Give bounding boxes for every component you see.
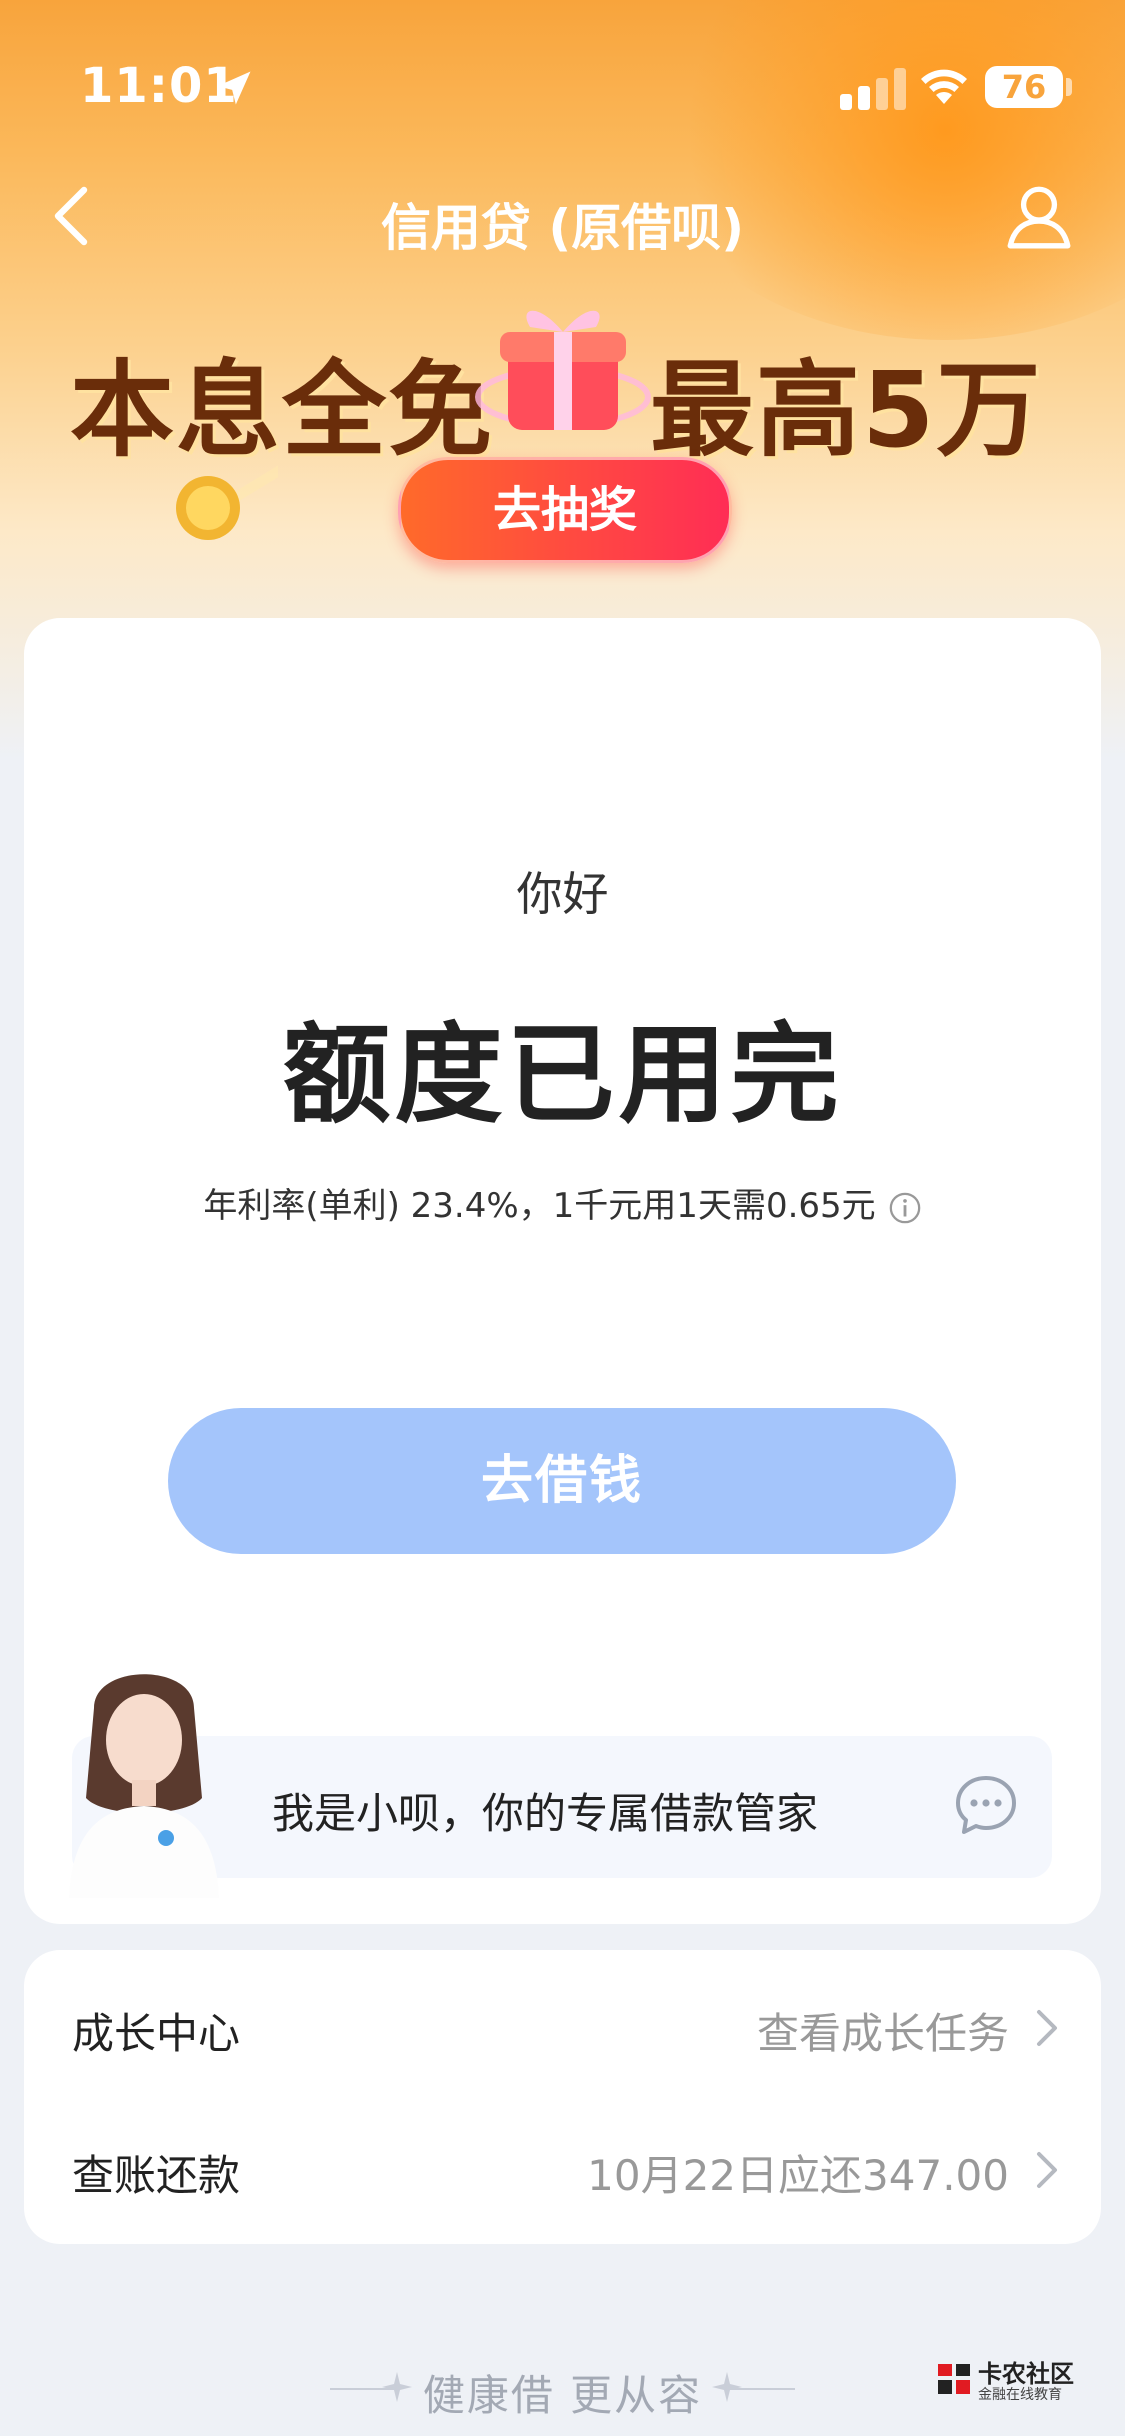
nav-bar: 信用贷 (原借呗) [0, 170, 1125, 260]
watermark-logo-icon [938, 2364, 970, 2394]
list-item-label: 成长中心 [72, 2009, 241, 2058]
lottery-button[interactable]: 去抽奖 [398, 457, 732, 563]
banner-headline-right: 最高5万 [650, 349, 1043, 471]
location-arrow-icon [217, 71, 251, 105]
limit-status: 额度已用完 [282, 1013, 843, 1138]
list-item-label: 查账还款 [72, 2151, 241, 2200]
status-bar: 11:01 76 [0, 0, 1125, 150]
assistant-avatar [69, 1674, 219, 1898]
chevron-right-icon [1037, 2152, 1057, 2188]
interest-rate-row: 年利率(单利) 23.4%，1千元用1天需0.65元 [24, 1178, 1101, 1227]
battery-indicator: 76 [985, 66, 1063, 108]
battery-tip [1066, 78, 1072, 96]
chevron-right-icon [1037, 2010, 1057, 2046]
user-profile-icon[interactable] [1002, 180, 1076, 254]
footer-divider-right [725, 2388, 795, 2390]
list-item-bill-repayment[interactable]: 查账还款 10月22日应还347.00 [24, 2100, 1101, 2240]
list-item-growth-center[interactable]: 成长中心 查看成长任务 [24, 1958, 1101, 2098]
wifi-icon [921, 69, 967, 104]
menu-list: 成长中心 查看成长任务 查账还款 10月22日应还347.00 [24, 1950, 1101, 2244]
list-item-value: 查看成长任务 [756, 2009, 1009, 2058]
greeting-text: 你好 [516, 867, 609, 921]
chat-bubble-icon[interactable] [952, 1772, 1020, 1840]
interest-rate-text: 年利率(单利) 23.4%，1千元用1天需0.65元 [203, 1186, 876, 1226]
gold-coin-icon [176, 465, 278, 540]
gift-box-icon [475, 310, 651, 430]
watermark: 卡农社区 金融在线教育 [934, 2350, 1084, 2410]
info-icon[interactable] [888, 1191, 922, 1225]
signal-icon [840, 68, 906, 110]
page-title: 信用贷 (原借呗) [380, 199, 745, 257]
assistant-message: 我是小呗，你的专属借款管家 [272, 1789, 819, 1838]
watermark-subtitle: 金融在线教育 [978, 2387, 1062, 2403]
list-item-value: 10月22日应还347.00 [587, 2151, 1009, 2200]
sparkle-icon [712, 2372, 742, 2402]
borrow-button[interactable]: 去借钱 [168, 1408, 956, 1554]
banner-headline-left: 本息全免 [70, 349, 495, 471]
credit-card-panel: 你好 额度已用完 年利率(单利) 23.4%，1千元用1天需0.65元 去借钱 … [24, 618, 1101, 1924]
